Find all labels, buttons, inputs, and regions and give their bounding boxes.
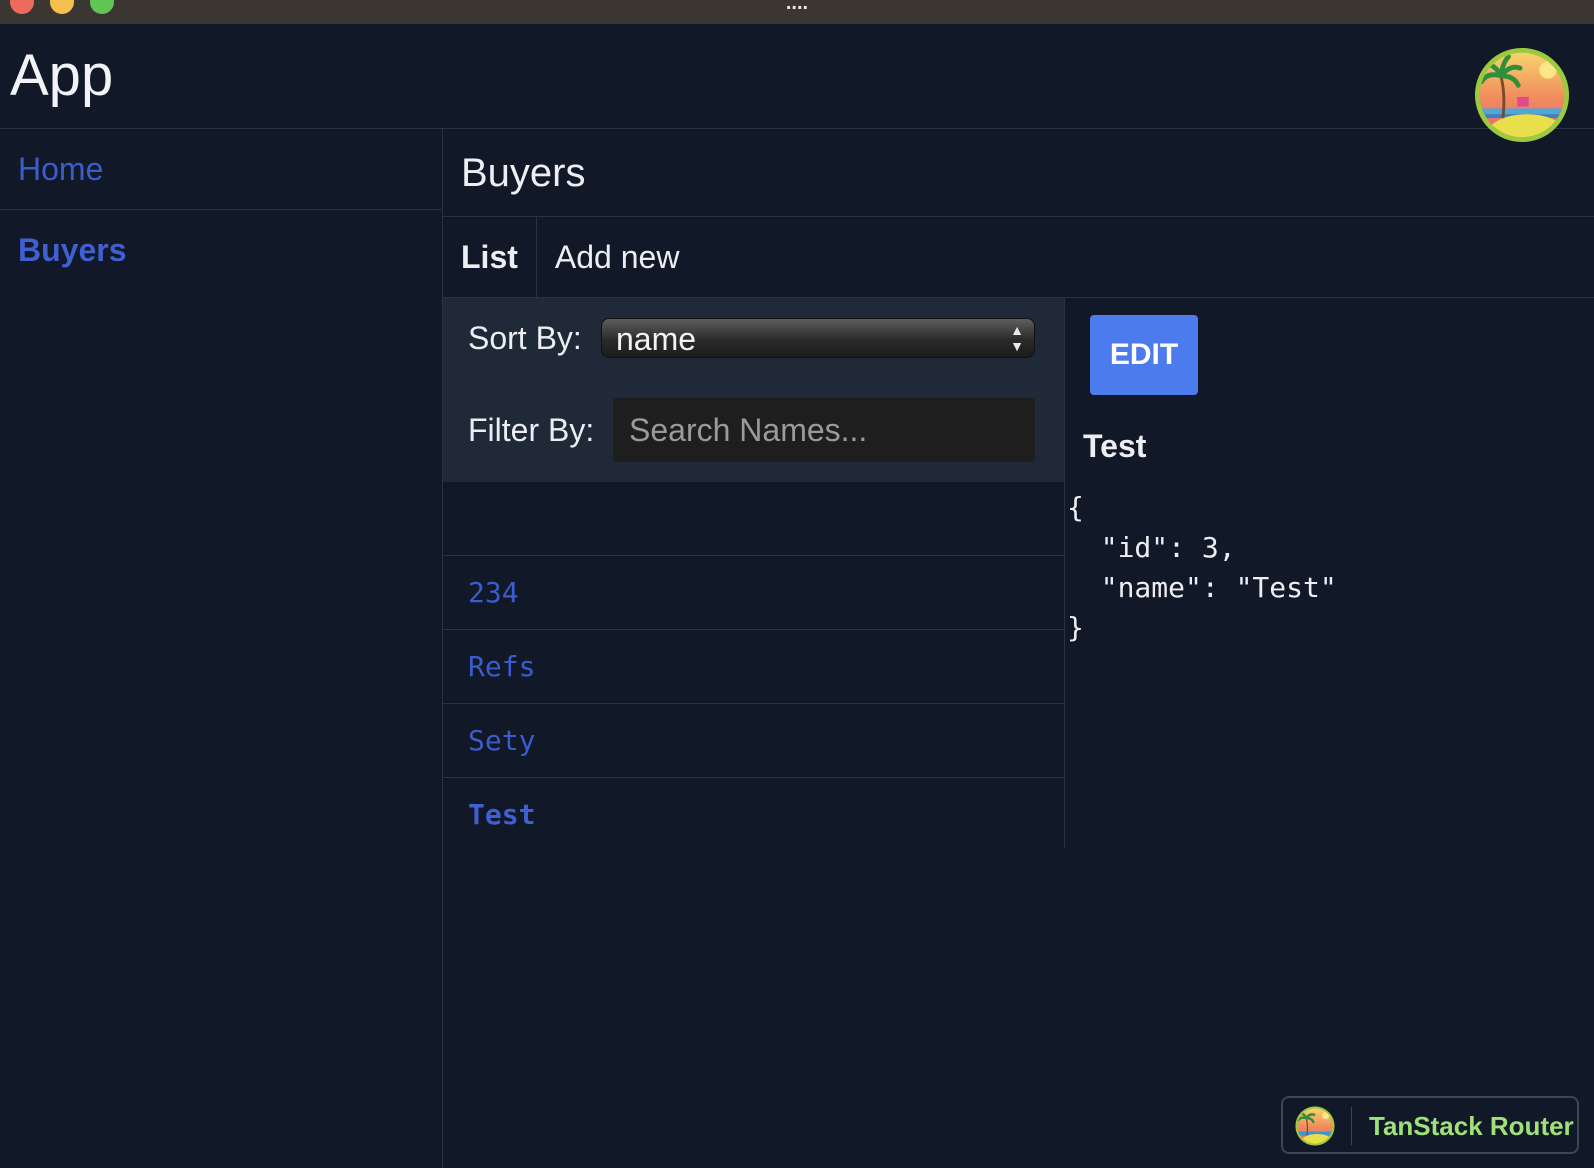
tab-add-new[interactable]: Add new (537, 217, 698, 297)
sidebar: Home Buyers (0, 129, 443, 1168)
app-title: App (10, 43, 114, 108)
list-spacer (443, 482, 1064, 556)
tab-bar: List Add new (443, 217, 1594, 298)
window-titlebar: .... (0, 0, 1594, 24)
buyers-list-pane: Sort By: name ▲▼ Filter By: 234 Refs Set… (443, 298, 1065, 848)
sort-select-value: name (616, 321, 697, 357)
filter-label: Filter By: (468, 412, 595, 448)
app-window: App Home Buyers Buyers List Add new Sort… (0, 24, 1594, 1168)
devtools-label: TanStack Router (1369, 1111, 1574, 1141)
edit-button[interactable]: EDIT (1090, 315, 1198, 395)
list-controls: Sort By: name ▲ ▼ Filter By: (443, 298, 1064, 482)
buyer-json: { "id": 3, "name": "Test" } (1067, 491, 1337, 644)
window-title: .... (785, 0, 809, 14)
sort-select[interactable]: name ▲ ▼ (601, 318, 1035, 358)
up-down-arrows-icon: ▲ ▼ (1010, 322, 1024, 354)
tab-list[interactable]: List (443, 217, 537, 297)
buyer-detail-pane: EDIT Test { "id": 3, "name": "Test" } (1065, 298, 1594, 848)
list-item-234[interactable]: 234 (443, 556, 1064, 630)
sidebar-item-home[interactable]: Home (0, 129, 442, 210)
list-item-sety[interactable]: Sety (443, 704, 1064, 778)
sort-label: Sort By: (468, 320, 582, 356)
buyer-name-heading: Test (1083, 428, 1147, 464)
list-item-test[interactable]: Test (443, 778, 1064, 852)
devtools-separator (1351, 1107, 1352, 1145)
tanstack-router-devtools-button[interactable]: TanStack Router (1281, 1096, 1579, 1154)
app-header: App (0, 24, 1594, 143)
search-names-input[interactable] (613, 398, 1035, 462)
page-title: Buyers (443, 129, 1594, 217)
list-item-refs[interactable]: Refs (443, 630, 1064, 704)
sidebar-item-buyers[interactable]: Buyers (0, 210, 442, 291)
tropical-island-logo-icon (1295, 1106, 1335, 1146)
main-content: Buyers List Add new Sort By: name ▲ ▼ Fil… (443, 129, 1594, 1168)
